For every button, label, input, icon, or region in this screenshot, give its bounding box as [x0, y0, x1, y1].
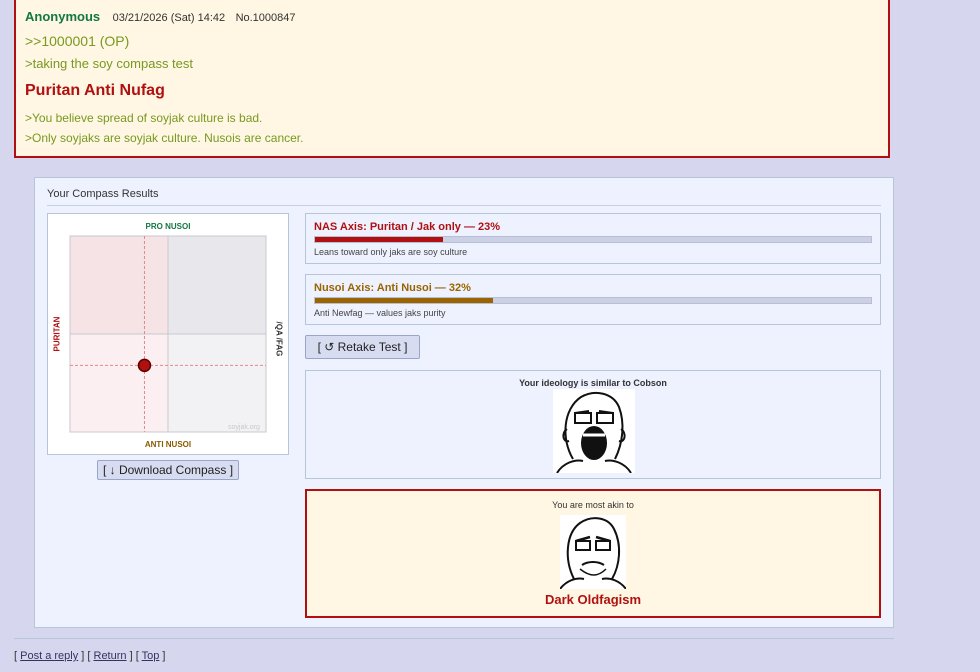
axis-description: Leans toward only jaks are soy culture [314, 247, 468, 257]
axis-progress-bar [314, 236, 872, 243]
akin-label: You are most akin to [552, 500, 634, 510]
quadrant-top-left [70, 236, 168, 334]
axis-description: Anti Newfag — values jaks purity [314, 308, 446, 318]
axis-progress-fill [315, 237, 443, 242]
poster-name: Anonymous [25, 9, 101, 24]
similar-ideology-label: Your ideology is similar to Cobson [519, 378, 667, 388]
divider [47, 205, 881, 206]
nusoi-axis-card: Nusoi Axis: Anti Nusoi — 32% Anti Newfag… [305, 274, 881, 325]
greentext-line: >You believe spread of soyjak culture is… [25, 111, 263, 125]
compass-label-left: PURITAN [52, 316, 62, 352]
compass-label-bottom: ANTI NUSOI [144, 440, 192, 449]
axis-title: Nusoi Axis: Anti Nusoi — 32% [314, 282, 471, 294]
quadrant-bottom-right [168, 334, 266, 432]
akin-result-card: You are most akin to Dark Oldfagism [305, 489, 881, 618]
axis-progress-fill [315, 298, 493, 303]
top-link[interactable]: Top [142, 650, 160, 662]
greentext-line: >taking the soy compass test [25, 56, 194, 71]
download-compass-button[interactable]: [ ↓ Download Compass ] [97, 460, 239, 480]
compass-label-right: /QA /FAG [274, 321, 284, 357]
post-header: Anonymous 03/21/2026 (Sat) 14:42 No.1000… [25, 8, 296, 26]
political-compass: PRO NUSOI ANTI NUSOI PURITAN /QA /FAG so… [47, 213, 289, 455]
axis-progress-bar [314, 297, 872, 304]
post-number[interactable]: No.1000847 [236, 12, 296, 24]
cobson-soyjak-image [553, 389, 635, 473]
akin-result-name: Dark Oldfagism [544, 592, 642, 607]
oldfag-soyjak-image [560, 515, 626, 589]
footer-nav: [ Post a reply ] [ Return ] [ Top ] [14, 650, 166, 662]
similar-ideology-card: Your ideology is similar to Cobson [305, 370, 881, 479]
axis-title: NAS Axis: Puritan / Jak only — 23% [314, 221, 501, 233]
post-date: 03/21/2026 (Sat) 14:42 [112, 12, 226, 24]
quadrant-top-right [168, 236, 266, 334]
compass-grid [69, 235, 267, 433]
compass-position-marker [137, 358, 152, 373]
post: Anonymous 03/21/2026 (Sat) 14:42 No.1000… [14, 0, 890, 158]
retake-test-button[interactable]: [ ↺ Retake Test ] [305, 335, 420, 359]
compass-watermark: soyjak.org [228, 424, 260, 431]
quadrant-bottom-left [70, 334, 168, 432]
result-title: Puritan Anti Nufag [25, 82, 165, 99]
compass-results-panel: Your Compass Results PRO NUSOI ANTI NUSO… [34, 177, 894, 628]
return-link[interactable]: Return [94, 650, 127, 662]
nas-axis-card: NAS Axis: Puritan / Jak only — 23% Leans… [305, 213, 881, 264]
footer-divider [14, 638, 894, 639]
compass-label-top: PRO NUSOI [145, 222, 191, 231]
post-reply-link[interactable]: Post a reply [20, 650, 78, 662]
reply-quote-link[interactable]: >>1000001 (OP) [25, 33, 129, 49]
greentext-line: >Only soyjaks are soyjak culture. Nusois… [25, 131, 304, 145]
panel-title: Your Compass Results [47, 188, 159, 200]
